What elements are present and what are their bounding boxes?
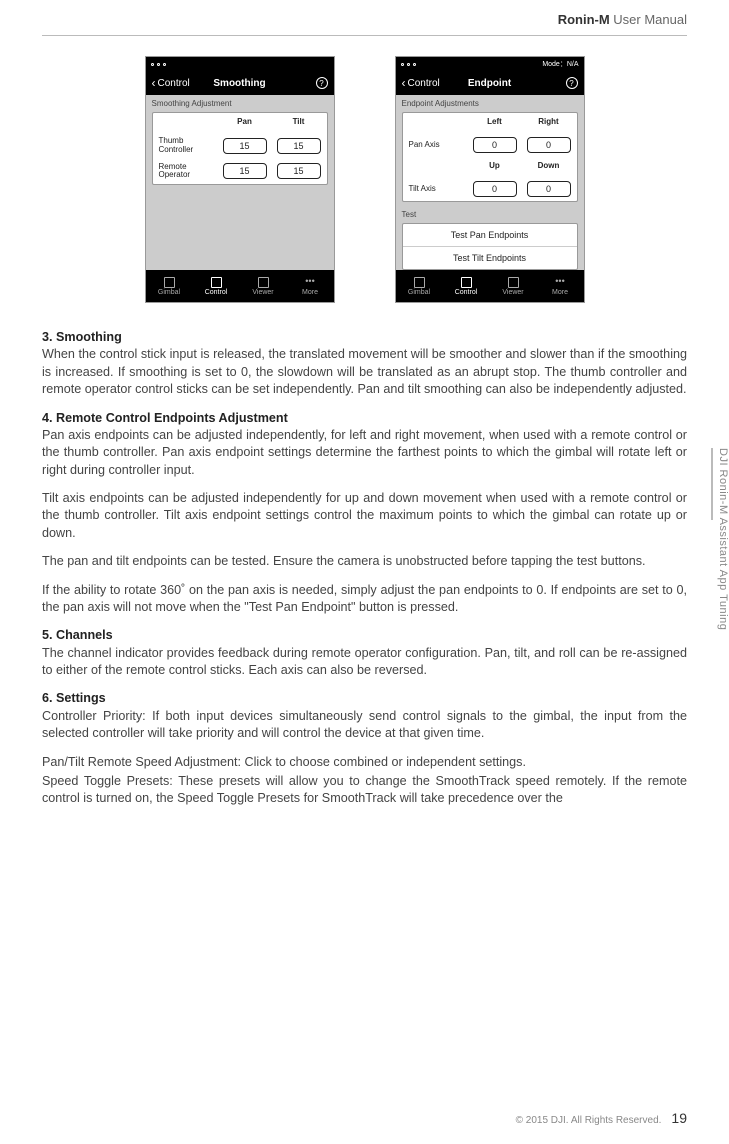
pan-axis-label: Pan Axis	[409, 141, 461, 150]
thumb-pan-value[interactable]: 15	[223, 138, 267, 154]
col-right: Right	[527, 117, 571, 126]
status-bar: Mode：N/A	[396, 57, 584, 71]
tilt-up-value[interactable]: 0	[473, 181, 517, 197]
page-title: Endpoint	[396, 78, 584, 89]
nav-control[interactable]: Control	[193, 270, 240, 302]
nav-viewer[interactable]: Viewer	[240, 270, 287, 302]
nav-gimbal[interactable]: Gimbal	[146, 270, 193, 302]
viewer-icon	[258, 277, 269, 288]
row-remote-label: Remote Operator	[159, 163, 211, 181]
sec6-p3: Speed Toggle Presets: These presets will…	[42, 773, 687, 808]
section-subheader: Endpoint Adjustments	[396, 95, 584, 112]
nav-gimbal[interactable]: Gimbal	[396, 270, 443, 302]
tilt-down-value[interactable]: 0	[527, 181, 571, 197]
section-subheader: Smoothing Adjustment	[146, 95, 334, 112]
page-title: Smoothing	[146, 78, 334, 89]
sec4-p4: If the ability to rotate 360˚ on the pan…	[42, 582, 687, 617]
screenshot-endpoint: Mode：N/A ‹ Control Endpoint ? Endpoint A…	[395, 56, 585, 303]
side-tab: DJI Ronin-M Assistant App Tuning	[711, 448, 729, 666]
nav-more[interactable]: More	[287, 270, 334, 302]
col-up: Up	[473, 161, 517, 170]
brand: Ronin-M	[558, 12, 610, 27]
endpoint-panel: Left Right Pan Axis 0 0 Up Down	[402, 112, 578, 202]
sec4-p3: The pan and tilt endpoints can be tested…	[42, 553, 687, 570]
sec5-title: 5. Channels	[42, 628, 113, 642]
more-icon	[305, 277, 316, 288]
sec6-title: 6. Settings	[42, 691, 106, 705]
status-bar	[146, 57, 334, 71]
bottom-nav: Gimbal Control Viewer More	[396, 270, 584, 302]
copyright: © 2015 DJI. All Rights Reserved.	[516, 1115, 662, 1126]
sec4-title: 4. Remote Control Endpoints Adjustment	[42, 411, 288, 425]
bottom-nav: Gimbal Control Viewer More	[146, 270, 334, 302]
side-tab-label: DJI Ronin-M Assistant App Tuning	[717, 448, 729, 630]
sec4-p1: Pan axis endpoints can be adjusted indep…	[42, 428, 687, 477]
page-number: 19	[671, 1110, 687, 1126]
viewer-icon	[508, 277, 519, 288]
nav-control[interactable]: Control	[443, 270, 490, 302]
tilt-axis-label: Tilt Axis	[409, 185, 461, 194]
screenshot-smoothing: ‹ Control Smoothing ? Smoothing Adjustme…	[145, 56, 335, 303]
header-rule	[42, 35, 687, 36]
sec6-p2: Pan/Tilt Remote Speed Adjustment: Click …	[42, 754, 687, 771]
control-icon	[461, 277, 472, 288]
page-header: Ronin-M User Manual	[42, 12, 687, 27]
title-bar: ‹ Control Endpoint ?	[396, 71, 584, 95]
sec5-body: The channel indicator provides feedback …	[42, 646, 687, 677]
test-header: Test	[396, 206, 584, 223]
smoothing-panel: Pan Tilt Thumb Controller 15 15 Remote O…	[152, 112, 328, 185]
row-thumb-label: Thumb Controller	[159, 137, 211, 155]
side-tab-bar	[711, 448, 713, 520]
col-pan: Pan	[223, 117, 267, 126]
control-icon	[211, 277, 222, 288]
sec6-p1: Controller Priority: If both input devic…	[42, 709, 687, 740]
manual-body: 3. Smoothing When the control stick inpu…	[42, 329, 687, 808]
page-footer: © 2015 DJI. All Rights Reserved. 19	[516, 1110, 687, 1126]
test-tilt-button[interactable]: Test Tilt Endpoints	[403, 246, 577, 269]
col-left: Left	[473, 117, 517, 126]
remote-pan-value[interactable]: 15	[223, 163, 267, 179]
col-down: Down	[527, 161, 571, 170]
pan-left-value[interactable]: 0	[473, 137, 517, 153]
more-icon	[555, 277, 566, 288]
mode-indicator: Mode：N/A	[542, 59, 578, 69]
thumb-tilt-value[interactable]: 15	[277, 138, 321, 154]
test-pan-button[interactable]: Test Pan Endpoints	[403, 224, 577, 246]
pan-right-value[interactable]: 0	[527, 137, 571, 153]
nav-more[interactable]: More	[537, 270, 584, 302]
col-tilt: Tilt	[277, 117, 321, 126]
sec4-p2: Tilt axis endpoints can be adjusted inde…	[42, 490, 687, 542]
title-bar: ‹ Control Smoothing ?	[146, 71, 334, 95]
doc-type: User Manual	[613, 12, 687, 27]
sec3-title: 3. Smoothing	[42, 330, 122, 344]
sec3-body: When the control stick input is released…	[42, 347, 687, 396]
gimbal-icon	[414, 277, 425, 288]
gimbal-icon	[164, 277, 175, 288]
test-panel: Test Pan Endpoints Test Tilt Endpoints	[402, 223, 578, 270]
nav-viewer[interactable]: Viewer	[490, 270, 537, 302]
remote-tilt-value[interactable]: 15	[277, 163, 321, 179]
